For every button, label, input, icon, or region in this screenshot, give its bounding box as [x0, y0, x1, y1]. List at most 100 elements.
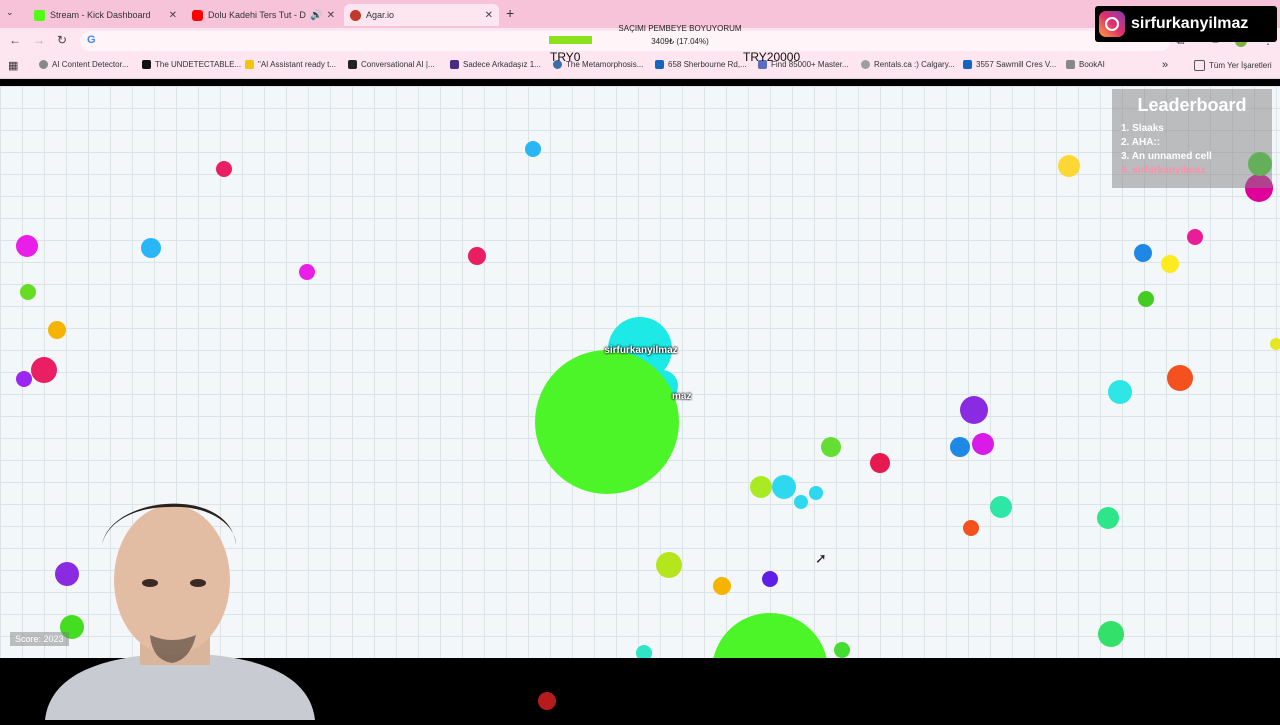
reload-icon[interactable]: ↻ [57, 33, 67, 47]
pellet [20, 284, 36, 300]
bookmark-label: Rentals.ca :) Calgary... [874, 60, 955, 69]
pellet [772, 475, 796, 499]
instagram-handle: sirfurkanyilmaz [1131, 15, 1249, 32]
mouse-cursor-icon: ➚ [815, 550, 827, 566]
player-split-label: maz [672, 391, 692, 402]
enemy-cell [713, 613, 827, 658]
apps-icon[interactable]: ▦ [8, 59, 18, 72]
leaderboard-entry: 3. An unnamed cell [1121, 151, 1212, 162]
bookmark-item[interactable]: AI Content Detector... [39, 60, 128, 69]
pellet [809, 486, 823, 500]
new-tab-button[interactable]: + [506, 5, 514, 21]
tab-kick[interactable]: Stream - Kick Dashboard ✕ [28, 4, 183, 26]
pellet [1138, 291, 1154, 307]
pellet [299, 264, 315, 280]
speaker-icon[interactable]: 🔊 [310, 10, 322, 21]
bookmark-label: Sadece Arkadaşız 1... [463, 60, 541, 69]
forward-icon[interactable]: → [33, 33, 45, 47]
pellet [972, 433, 994, 455]
tab-label: Stream - Kick Dashboard [50, 10, 151, 20]
goal-target-label: TRY20000 [743, 50, 801, 64]
channel-logo [538, 692, 556, 710]
pellet [794, 495, 808, 509]
pellet [1270, 338, 1280, 350]
bookmark-icon [963, 60, 972, 69]
folder-icon [1194, 60, 1205, 71]
bookmark-item[interactable]: The UNDETECTABLE... [142, 60, 241, 69]
pellet [750, 476, 772, 498]
youtube-icon [192, 9, 203, 21]
player-cell-green [535, 350, 679, 494]
pellet [31, 357, 57, 383]
tab-label: Agar.io [366, 10, 395, 20]
kick-icon [34, 9, 45, 21]
bookmark-icon [39, 60, 48, 69]
tab-youtube[interactable]: Dolu Kadehi Ters Tut - Dile 🔊 ✕ [186, 4, 341, 26]
goal-progress-text: 3409₺ (17.04%) [651, 37, 709, 46]
pellet [468, 247, 486, 265]
pellet [1097, 507, 1119, 529]
bookmark-item[interactable]: Rentals.ca :) Calgary... [861, 60, 955, 69]
bookmark-item[interactable]: Sadece Arkadaşız 1... [450, 60, 541, 69]
tab-label: Dolu Kadehi Ters Tut - Dile [208, 10, 307, 20]
bookmark-item[interactable]: "AI Assistant ready t... [245, 60, 336, 69]
bookmark-item[interactable]: 658 Sherbourne Rd,... [655, 60, 747, 69]
bookmark-icon [348, 60, 357, 69]
bookmark-icon [655, 60, 664, 69]
tab-search-icon[interactable]: ⌄ [6, 7, 14, 18]
bookmark-icon [861, 60, 870, 69]
instagram-icon [1099, 11, 1125, 37]
pellet [1058, 155, 1080, 177]
bookmark-label: AI Content Detector... [52, 60, 129, 69]
goal-start-label: TRY0 [550, 50, 581, 64]
leaderboard-entry: 1. Slaaks [1121, 123, 1164, 134]
pellet [216, 161, 232, 177]
player-name-label: sirfurkanyilmaz [604, 345, 678, 356]
bookmark-item[interactable]: BookAI [1066, 60, 1105, 69]
bookmark-item[interactable]: 3557 Sawmill Cres V... [963, 60, 1056, 69]
close-icon[interactable]: ✕ [169, 10, 177, 21]
pellet [1134, 244, 1152, 262]
chevron-right-icon[interactable]: » [1162, 59, 1168, 71]
pellet [1187, 229, 1203, 245]
pellet [950, 437, 970, 457]
bookmark-label: The UNDETECTABLE... [155, 60, 242, 69]
bookmark-label: "AI Assistant ready t... [258, 60, 336, 69]
bookmarks-bar: ▦ AI Content Detector... The UNDETECTABL… [0, 54, 1280, 79]
pellet [963, 520, 979, 536]
bookmark-item[interactable]: Conversational AI |... [348, 60, 435, 69]
score-display: Score: 2023 [10, 632, 69, 646]
leaderboard-title: Leaderboard [1137, 95, 1247, 115]
leaderboard-entry-self: 4. sirfurkanyilmaz [1121, 165, 1206, 176]
pellet [525, 141, 541, 157]
pellet [48, 321, 66, 339]
pellet [960, 396, 988, 424]
bookmark-icon [450, 60, 459, 69]
close-icon[interactable]: ✕ [327, 10, 335, 21]
bookmark-label: BookAI [1079, 60, 1105, 69]
pellet [1108, 380, 1132, 404]
pellet [762, 571, 778, 587]
bookmark-icon [142, 60, 151, 69]
pellet [16, 371, 32, 387]
pellet [821, 437, 841, 457]
streamer-silhouette [45, 503, 315, 720]
google-icon: G [87, 34, 96, 46]
all-bookmarks[interactable]: Tüm Yer İşaretleri [1194, 60, 1272, 71]
back-icon[interactable]: ← [9, 33, 21, 47]
tab-agario[interactable]: Agar.io ✕ [344, 4, 499, 26]
close-icon[interactable]: ✕ [485, 10, 493, 21]
bookmark-label: 3557 Sawmill Cres V... [976, 60, 1057, 69]
pellet [141, 238, 161, 258]
pellet [656, 552, 682, 578]
webcam-overlay [40, 485, 320, 720]
bookmark-label: Tüm Yer İşaretleri [1209, 61, 1272, 70]
leaderboard: Leaderboard 1. Slaaks 2. AHA:: 3. An unn… [1112, 89, 1272, 188]
bookmark-icon [245, 60, 254, 69]
agario-icon [350, 9, 361, 21]
pellet [990, 496, 1012, 518]
pellet [16, 235, 38, 257]
pellet [1161, 255, 1179, 273]
folder-icon [1066, 60, 1075, 69]
pellet [713, 577, 731, 595]
